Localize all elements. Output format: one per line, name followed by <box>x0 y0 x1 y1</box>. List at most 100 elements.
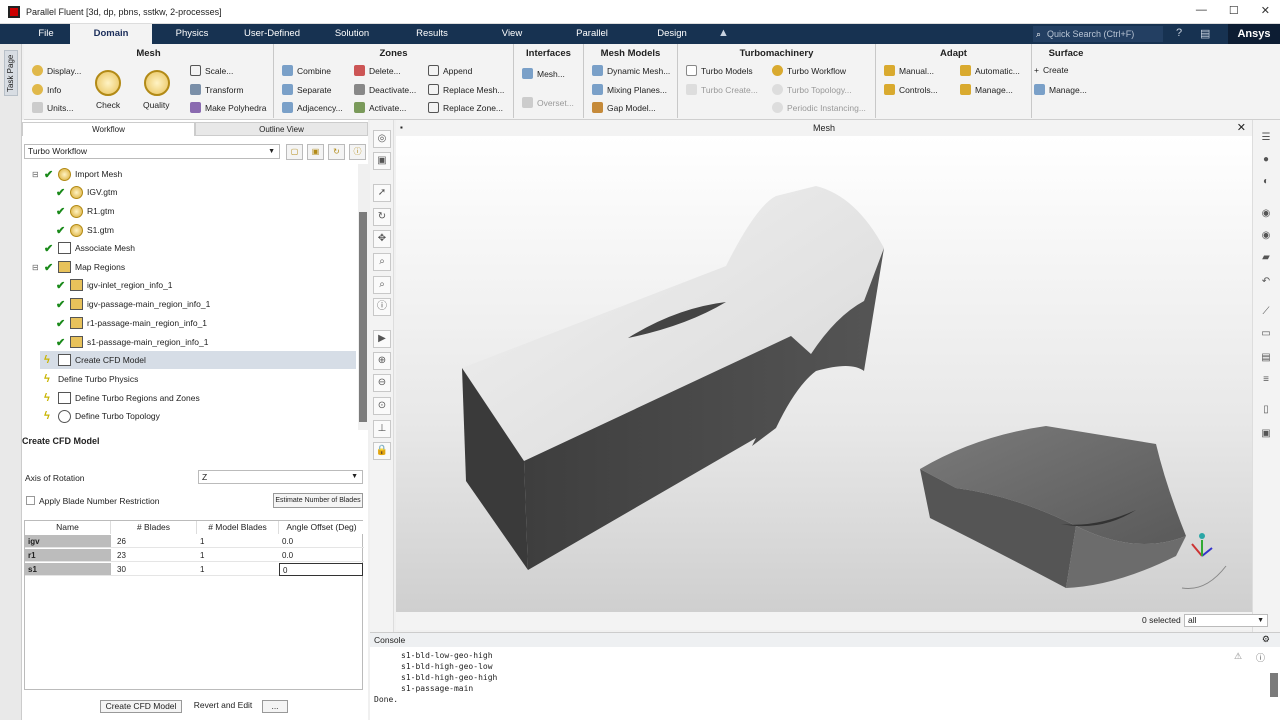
folder-icon[interactable]: ▰ <box>1257 250 1275 268</box>
tab-results[interactable]: Results <box>392 24 472 44</box>
units-button[interactable]: Units... <box>32 102 73 113</box>
tab-parallel[interactable]: Parallel <box>552 24 632 44</box>
interfaces-mesh-button[interactable]: Mesh... <box>522 68 565 79</box>
probe-icon[interactable]: ⓘ <box>373 298 391 316</box>
undo-icon[interactable]: ↶ <box>1257 274 1275 292</box>
collapse-ribbon-icon[interactable]: ▲ <box>718 27 729 39</box>
overset-button[interactable]: Overset... <box>522 97 574 108</box>
zoom-fit-icon[interactable]: ⊙ <box>373 397 391 415</box>
tree-item-define-turbo-physics[interactable]: ϟ Define Turbo Physics <box>44 370 138 388</box>
open-workflow-icon[interactable]: ▢ <box>286 144 303 160</box>
tab-outline-view[interactable]: Outline View <box>195 122 368 136</box>
screenshot-icon[interactable]: ▣ <box>1257 426 1275 444</box>
settings-icon[interactable]: ▤ <box>1200 27 1210 40</box>
table-cell-blades[interactable]: 26 <box>111 535 197 548</box>
adapt-manual-button[interactable]: Manual... <box>884 65 934 76</box>
workflow-select[interactable]: Turbo Workflow ▼ <box>24 144 280 159</box>
check-button[interactable]: Check <box>96 100 120 110</box>
copy-view-icon[interactable]: ▣ <box>373 152 391 170</box>
table-cell-model-blades[interactable]: 1 <box>197 549 279 562</box>
selection-filter-select[interactable]: all ▼ <box>1184 614 1268 627</box>
tab-view[interactable]: View <box>472 24 552 44</box>
surface-manage-button[interactable]: Manage... <box>1034 84 1087 95</box>
light-icon[interactable]: ◐ <box>1257 174 1275 192</box>
tab-solution[interactable]: Solution <box>312 24 392 44</box>
table-cell-angle-offset[interactable]: 0.0 <box>279 549 364 562</box>
quality-button[interactable]: Quality <box>143 100 169 110</box>
view-settings-icon[interactable]: ◉ <box>1257 228 1275 246</box>
pointer-icon[interactable]: ➚ <box>373 184 391 202</box>
adapt-automatic-button[interactable]: Automatic... <box>960 65 1020 76</box>
info-circle-icon[interactable]: ⓘ <box>349 144 366 160</box>
zoom-icon[interactable]: ⌕ <box>373 253 391 271</box>
angle-offset-input[interactable]: 0 <box>279 563 363 576</box>
axis-of-rotation-select[interactable]: Z ▼ <box>198 470 363 484</box>
tab-domain[interactable]: Domain <box>70 24 152 44</box>
deactivate-button[interactable]: Deactivate... <box>354 84 416 95</box>
warning-icon[interactable]: ⚠ <box>1234 651 1242 662</box>
periodic-instancing-button[interactable]: Periodic Instancing... <box>772 102 866 113</box>
separate-button[interactable]: Separate <box>282 84 332 95</box>
console-panel[interactable]: Console ⚙ ⚠ ⓘ s1-bld-low-geo-high s1-bld… <box>370 632 1280 720</box>
transform-button[interactable]: Transform <box>190 84 243 95</box>
tree-item-igv[interactable]: ✔ IGV.gtm <box>56 183 117 201</box>
tab-file[interactable]: File <box>22 24 70 44</box>
maximize-icon[interactable]: ☐ <box>1229 4 1239 17</box>
table-cell-model-blades[interactable]: 1 <box>197 535 279 548</box>
paint-icon[interactable]: ● <box>1257 152 1275 170</box>
fit-icon[interactable]: ▶ <box>373 330 391 348</box>
tree-item-s1[interactable]: ✔ S1.gtm <box>56 221 114 239</box>
plot-icon[interactable]: ⟋ <box>1257 304 1275 322</box>
scrollbar-thumb[interactable] <box>359 212 367 422</box>
refresh-icon[interactable]: ↻ <box>328 144 345 160</box>
collapse-icon[interactable]: ⊟ <box>32 170 40 179</box>
combine-button[interactable]: Combine <box>282 65 331 76</box>
rotate-icon[interactable]: ↻ <box>373 208 391 226</box>
tab-physics[interactable]: Physics <box>152 24 232 44</box>
make-polyhedra-button[interactable]: Make Polyhedra <box>190 102 266 113</box>
revert-and-edit-button[interactable]: Revert and Edit <box>186 700 260 713</box>
pan-icon[interactable]: ✥ <box>373 230 391 248</box>
tab-workflow[interactable]: Workflow <box>22 122 195 136</box>
tree-item-region-3[interactable]: ✔ r1-passage-main_region_info_1 <box>56 314 207 332</box>
list-icon[interactable]: ≡ <box>1257 372 1275 390</box>
turbo-models-checkbox[interactable]: Turbo Models <box>686 65 753 76</box>
tree-item-region-2[interactable]: ✔ igv-passage-main_region_info_1 <box>56 295 210 313</box>
quality-icon[interactable] <box>144 70 170 96</box>
table-cell-blades[interactable]: 23 <box>111 549 197 562</box>
report-icon[interactable]: ▤ <box>1257 350 1275 368</box>
gap-model-button[interactable]: Gap Model... <box>592 102 656 113</box>
save-workflow-icon[interactable]: ▣ <box>307 144 324 160</box>
lock-icon[interactable]: 🔒 <box>373 442 391 460</box>
graphics-viewport[interactable] <box>396 136 1252 612</box>
zoom-in-icon[interactable]: ⊕ <box>373 352 391 370</box>
mixing-planes-button[interactable]: Mixing Planes... <box>592 84 667 95</box>
zoom-out-icon[interactable]: ⊖ <box>373 374 391 392</box>
minimize-icon[interactable]: — <box>1196 4 1207 17</box>
more-options-button[interactable]: ... <box>262 700 288 713</box>
console-settings-icon[interactable]: ⚙ <box>1262 634 1270 645</box>
info-circle-icon[interactable]: ⓘ <box>1256 651 1265 664</box>
display-button[interactable]: Display... <box>32 65 81 76</box>
create-cfd-model-button[interactable]: Create CFD Model <box>100 700 182 713</box>
turbo-workflow-button[interactable]: Turbo Workflow <box>772 65 846 76</box>
adjacency-button[interactable]: Adjacency... <box>282 102 343 113</box>
surface-create-button[interactable]: + Create <box>1034 65 1068 75</box>
close-icon[interactable]: ✕ <box>1261 4 1270 17</box>
help-icon[interactable]: ? <box>1176 27 1182 39</box>
tree-item-create-cfd-model[interactable]: ϟ Create CFD Model <box>40 351 356 369</box>
collapse-icon[interactable]: ⊟ <box>32 263 40 272</box>
adapt-manage-button[interactable]: Manage... <box>960 84 1013 95</box>
task-page-tab[interactable]: Task Page <box>4 50 18 96</box>
view-icon[interactable]: ◉ <box>1257 206 1275 224</box>
layers-icon[interactable]: ☰ <box>1257 130 1275 148</box>
turbo-create-button[interactable]: Turbo Create... <box>686 84 758 95</box>
tree-item-define-turbo-topology[interactable]: ϟ Define Turbo Topology <box>44 407 160 425</box>
replace-mesh-button[interactable]: Replace Mesh... <box>428 84 504 95</box>
tab-user-defined[interactable]: User-Defined <box>232 24 312 44</box>
quick-search-input[interactable]: ⌕ Quick Search (Ctrl+F) <box>1033 26 1163 42</box>
tree-item-region-1[interactable]: ✔ igv-inlet_region_info_1 <box>56 276 173 294</box>
turbo-topology-button[interactable]: Turbo Topology... <box>772 84 852 95</box>
tree-item-region-4[interactable]: ✔ s1-passage-main_region_info_1 <box>56 333 208 351</box>
display-mesh-icon[interactable]: ◎ <box>373 130 391 148</box>
